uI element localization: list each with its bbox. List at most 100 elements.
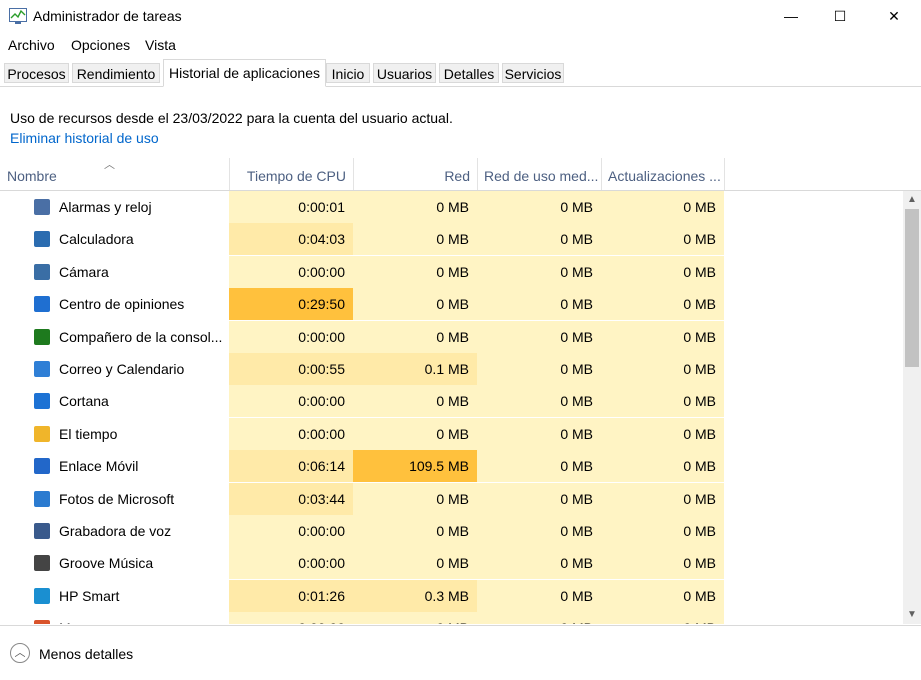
table-row[interactable]: M...0:00:000 MB0 MB0 MB bbox=[0, 612, 903, 624]
app-name: Groove Música bbox=[59, 555, 154, 572]
app-name-cell[interactable]: Cámara bbox=[0, 256, 229, 288]
weather-icon bbox=[34, 425, 50, 442]
menu-bar: Archivo Opciones Vista bbox=[0, 35, 921, 55]
menu-archivo[interactable]: Archivo bbox=[8, 37, 55, 53]
tile-updates-cell: 0 MB bbox=[601, 482, 724, 515]
network-cell: 0 MB bbox=[353, 547, 477, 580]
metered-network-cell: 0 MB bbox=[477, 385, 601, 418]
app-name-cell[interactable]: Enlace Móvil bbox=[0, 450, 229, 482]
table-row[interactable]: Groove Música 0:00:00 0 MB 0 MB 0 MB bbox=[0, 547, 903, 580]
table-row[interactable]: Grabadora de voz 0:00:00 0 MB 0 MB 0 MB bbox=[0, 515, 903, 547]
app-name-cell[interactable]: Alarmas y reloj bbox=[0, 191, 229, 223]
metered-network-cell: 0 MB bbox=[477, 579, 601, 612]
tab-rendimiento[interactable]: Rendimiento bbox=[72, 63, 160, 83]
usage-info-text: Uso de recursos desde el 23/03/2022 para… bbox=[10, 110, 453, 126]
network-cell: 0 MB bbox=[353, 320, 477, 353]
app-name-cell[interactable]: Compañero de la consol... bbox=[0, 321, 229, 353]
tile-updates-cell: 0 MB bbox=[601, 353, 724, 385]
menu-vista[interactable]: Vista bbox=[145, 37, 176, 53]
table-row[interactable]: Fotos de Microsoft 0:03:44 0 MB 0 MB 0 MB bbox=[0, 482, 903, 515]
app-name: Grabadora de voz bbox=[59, 523, 172, 539]
column-divider[interactable] bbox=[724, 158, 725, 190]
cpu-time-cell: 0:00:00 bbox=[229, 612, 353, 624]
tab-inicio[interactable]: Inicio bbox=[326, 63, 370, 83]
hp-smart-icon bbox=[34, 587, 50, 604]
app-name: Enlace Móvil bbox=[59, 458, 139, 475]
table-header: Nombre Tiempo de CPU Red Red de uso med.… bbox=[0, 158, 921, 191]
phone-link-icon bbox=[34, 458, 50, 475]
app-name-cell[interactable]: Cortana bbox=[0, 385, 229, 417]
tile-updates-cell: 0 MB bbox=[601, 255, 724, 288]
cortana-icon bbox=[34, 393, 50, 410]
table-row[interactable]: Centro de opiniones 0:29:50 0 MB 0 MB 0 MB bbox=[0, 288, 903, 321]
app-name-cell[interactable]: Calculadora bbox=[0, 223, 229, 255]
app-name: Cámara bbox=[59, 263, 109, 280]
scrollbar-thumb[interactable] bbox=[905, 209, 919, 367]
cpu-time-cell: 0:00:00 bbox=[229, 417, 353, 450]
scroll-up-icon[interactable]: ▲ bbox=[903, 191, 921, 209]
app-name: El tiempo bbox=[59, 425, 118, 442]
app-name-cell[interactable]: HP Smart bbox=[0, 580, 229, 612]
column-header-network[interactable]: Red bbox=[353, 158, 477, 190]
tab-detalles[interactable]: Detalles bbox=[439, 63, 499, 83]
photos-icon bbox=[34, 490, 50, 507]
voice-recorder-icon bbox=[34, 523, 50, 539]
metered-network-cell: 0 MB bbox=[477, 612, 601, 624]
table-row[interactable]: Cámara 0:00:00 0 MB 0 MB 0 MB bbox=[0, 255, 903, 288]
metered-network-cell: 0 MB bbox=[477, 320, 601, 353]
metered-network-cell: 0 MB bbox=[477, 515, 601, 547]
camera-icon bbox=[34, 263, 50, 280]
close-button[interactable]: ✕ bbox=[871, 0, 917, 32]
table-row[interactable]: Compañero de la consol... 0:00:00 0 MB 0 MB… bbox=[0, 320, 903, 353]
tile-updates-cell: 0 MB bbox=[601, 450, 724, 483]
app-name: Correo y Calendario bbox=[59, 361, 185, 377]
fewer-details-button[interactable]: Menos detalles bbox=[39, 646, 133, 662]
network-cell: 0.1 MB bbox=[353, 353, 477, 385]
vertical-scrollbar[interactable]: ▲ ▼ bbox=[903, 191, 921, 624]
tab-procesos[interactable]: Procesos bbox=[4, 63, 69, 83]
tile-updates-cell: 0 MB bbox=[601, 191, 724, 223]
cpu-time-cell: 0:00:00 bbox=[229, 547, 353, 580]
title-bar: Administrador de tareas — ☐ ✕ bbox=[0, 0, 921, 32]
xbox-companion-icon bbox=[34, 328, 50, 345]
app-name-cell[interactable]: M... bbox=[0, 612, 229, 624]
app-history-table: Alarmas y reloj 0:00:01 0 MB 0 MB 0 MB Calcul… bbox=[0, 191, 903, 624]
window-title: Administrador de tareas bbox=[33, 8, 182, 24]
mail-calendar-icon bbox=[34, 361, 50, 377]
maximize-button[interactable]: ☐ bbox=[817, 0, 863, 32]
column-header-name[interactable]: Nombre bbox=[0, 158, 229, 190]
app-name-cell[interactable]: Fotos de Microsoft bbox=[0, 483, 229, 515]
network-cell: 109.5 MB bbox=[353, 450, 477, 483]
chevron-up-circle-icon[interactable]: ︿ bbox=[10, 643, 30, 663]
table-row[interactable]: El tiempo 0:00:00 0 MB 0 MB 0 MB bbox=[0, 417, 903, 450]
table-row[interactable]: Calculadora 0:04:03 0 MB 0 MB 0 MB bbox=[0, 223, 903, 256]
app-name-cell[interactable]: El tiempo bbox=[0, 418, 229, 450]
table-row[interactable]: Alarmas y reloj 0:00:01 0 MB 0 MB 0 MB bbox=[0, 191, 903, 223]
metered-network-cell: 0 MB bbox=[477, 547, 601, 580]
app-name-cell[interactable]: Groove Música bbox=[0, 547, 229, 579]
metered-network-cell: 0 MB bbox=[477, 482, 601, 515]
network-cell: 0 MB bbox=[353, 612, 477, 624]
column-header-cpu[interactable]: Tiempo de CPU bbox=[229, 158, 353, 190]
app-name: Fotos de Microsoft bbox=[59, 490, 175, 507]
tab-historial-aplicaciones[interactable]: Historial de aplicaciones bbox=[163, 59, 326, 87]
tab-usuarios[interactable]: Usuarios bbox=[373, 63, 436, 83]
table-row[interactable]: Correo y Calendario 0:00:55 0.1 MB 0 MB 0 MB bbox=[0, 353, 903, 385]
table-row[interactable]: HP Smart 0:01:26 0.3 MB 0 MB 0 MB bbox=[0, 579, 903, 612]
scroll-down-icon[interactable]: ▼ bbox=[903, 606, 921, 624]
alarm-clock-icon bbox=[34, 199, 50, 215]
metered-network-cell: 0 MB bbox=[477, 191, 601, 223]
table-row[interactable]: Cortana 0:00:00 0 MB 0 MB 0 MB bbox=[0, 385, 903, 418]
column-header-tile-updates[interactable]: Actualizaciones ... bbox=[601, 158, 724, 190]
metered-network-cell: 0 MB bbox=[477, 353, 601, 385]
cpu-time-cell: 0:29:50 bbox=[229, 288, 353, 321]
table-row[interactable]: Enlace Móvil 0:06:14 109.5 MB 0 MB 0 MB bbox=[0, 450, 903, 483]
app-name-cell[interactable]: Centro de opiniones bbox=[0, 288, 229, 320]
minimize-button[interactable]: — bbox=[768, 0, 814, 32]
tab-servicios[interactable]: Servicios bbox=[502, 63, 564, 83]
delete-usage-history-link[interactable]: Eliminar historial de uso bbox=[10, 130, 159, 146]
column-header-metered-network[interactable]: Red de uso med... bbox=[477, 158, 601, 190]
app-name-cell[interactable]: Correo y Calendario bbox=[0, 353, 229, 385]
app-name-cell[interactable]: Grabadora de voz bbox=[0, 515, 229, 547]
menu-opciones[interactable]: Opciones bbox=[71, 37, 130, 53]
